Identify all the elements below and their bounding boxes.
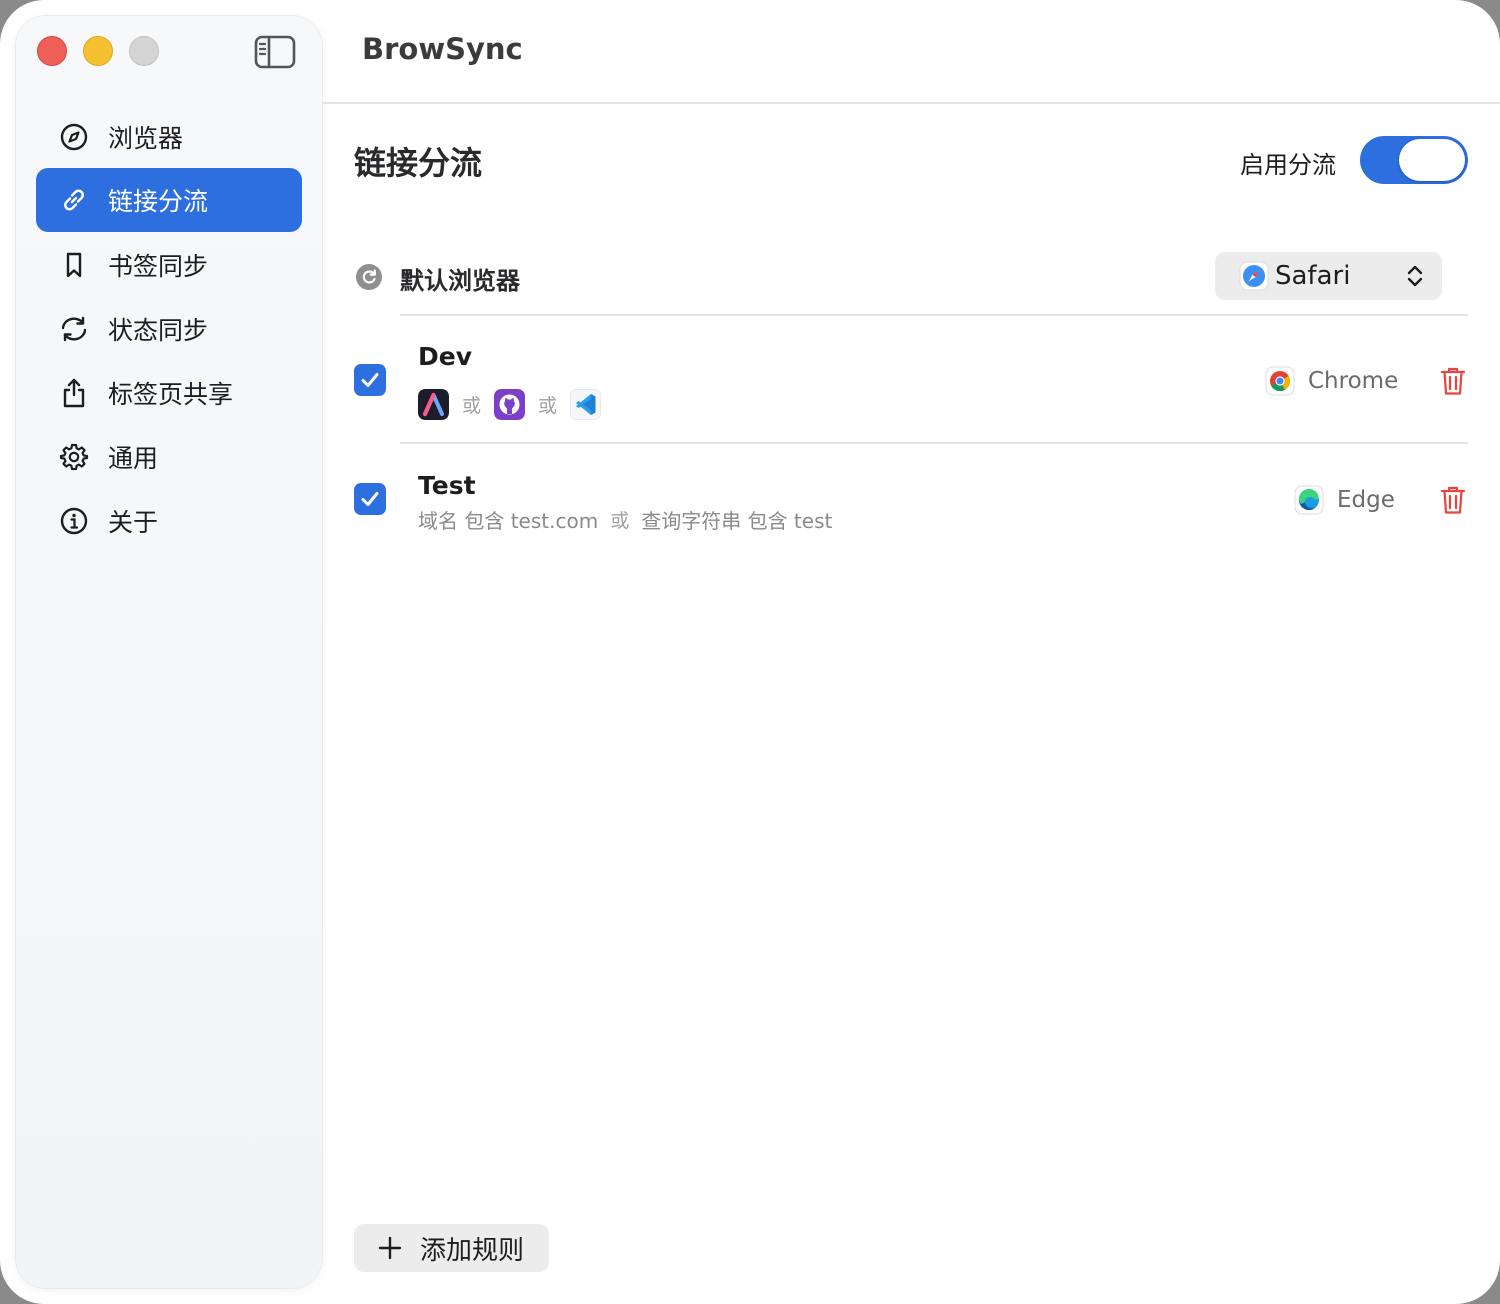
toggle-knob bbox=[1399, 139, 1465, 181]
target-browser-name: Chrome bbox=[1308, 368, 1399, 394]
sidebar-item-general[interactable]: 通用 bbox=[36, 425, 302, 489]
condition-domain: 域名 包含 test.com bbox=[418, 509, 599, 533]
link-icon bbox=[58, 184, 90, 216]
checkmark-icon bbox=[361, 373, 379, 387]
gear-icon bbox=[58, 441, 90, 473]
sidebar-item-label: 书签同步 bbox=[108, 252, 209, 281]
target-browser-name: Edge bbox=[1337, 487, 1395, 513]
app-window: 浏览器 链接分流 书签同步 状态同步 标签页共享 通用 关于 BrowSync … bbox=[0, 0, 1500, 1304]
rule-dev-checkbox[interactable] bbox=[354, 364, 386, 396]
delete-rule-dev-icon[interactable] bbox=[1440, 366, 1466, 396]
add-rule-button[interactable]: 添加规则 bbox=[354, 1224, 549, 1272]
rule-test-checkbox[interactable] bbox=[354, 483, 386, 515]
chevron-up-down-icon bbox=[1407, 265, 1423, 287]
minimize-window-button[interactable] bbox=[83, 36, 113, 66]
sidebar-item-state-sync[interactable]: 状态同步 bbox=[36, 297, 302, 361]
default-browser-select[interactable]: Safari bbox=[1215, 252, 1442, 300]
arc-app-icon bbox=[418, 389, 449, 420]
info-icon bbox=[58, 505, 90, 537]
github-app-icon bbox=[494, 389, 526, 420]
edge-icon bbox=[1294, 485, 1324, 515]
add-rule-label: 添加规则 bbox=[420, 1235, 525, 1266]
rule-target-browser: Edge bbox=[1294, 485, 1395, 515]
default-browser-label: 默认浏览器 bbox=[400, 267, 520, 295]
window-title: BrowSync bbox=[362, 32, 523, 66]
checkmark-icon bbox=[361, 492, 379, 506]
default-browser-icon bbox=[356, 264, 382, 290]
compass-icon bbox=[58, 121, 90, 153]
zoom-window-button[interactable] bbox=[129, 36, 159, 66]
sidebar-item-label: 标签页共享 bbox=[108, 380, 234, 409]
sidebar-item-label: 状态同步 bbox=[108, 316, 209, 345]
or-label: 或 bbox=[538, 395, 558, 417]
rule-conditions: 域名 包含 test.com 或 查询字符串 包含 test bbox=[418, 505, 832, 534]
sidebar-item-link-routing[interactable]: 链接分流 bbox=[36, 168, 302, 232]
rule-name: Dev bbox=[418, 342, 473, 371]
divider bbox=[400, 314, 1468, 316]
sidebar-item-browsers[interactable]: 浏览器 bbox=[36, 105, 302, 169]
rule-target-browser: Chrome bbox=[1265, 366, 1398, 396]
vscode-app-icon bbox=[570, 389, 602, 420]
share-icon bbox=[58, 377, 90, 409]
divider bbox=[322, 102, 1500, 104]
rule-name: Test bbox=[418, 471, 476, 500]
selected-browser: Safari bbox=[1275, 261, 1351, 291]
sidebar-item-bookmark-sync[interactable]: 书签同步 bbox=[36, 233, 302, 297]
enable-routing-label: 启用分流 bbox=[1240, 151, 1336, 179]
close-window-button[interactable] bbox=[37, 36, 67, 66]
sidebar-item-tab-sharing[interactable]: 标签页共享 bbox=[36, 361, 302, 425]
or-label: 或 bbox=[462, 395, 482, 417]
sidebar-item-label: 关于 bbox=[108, 508, 159, 537]
condition-query: 查询字符串 包含 test bbox=[641, 509, 833, 533]
chrome-icon bbox=[1265, 366, 1295, 396]
or-label: 或 bbox=[610, 510, 630, 532]
sync-icon bbox=[58, 313, 90, 345]
divider bbox=[400, 442, 1468, 444]
sidebar-toggle-icon[interactable] bbox=[254, 35, 296, 69]
safari-icon bbox=[1239, 261, 1269, 291]
sidebar-item-label: 浏览器 bbox=[108, 124, 184, 153]
sidebar-item-label: 链接分流 bbox=[108, 187, 209, 216]
delete-rule-test-icon[interactable] bbox=[1440, 485, 1466, 515]
sidebar-item-about[interactable]: 关于 bbox=[36, 489, 302, 553]
page-title: 链接分流 bbox=[354, 144, 483, 182]
plus-icon bbox=[378, 1236, 402, 1260]
sidebar-item-label: 通用 bbox=[108, 444, 159, 473]
rule-conditions: 或 或 bbox=[418, 389, 602, 420]
enable-routing-toggle[interactable] bbox=[1360, 136, 1468, 184]
bookmark-icon bbox=[58, 249, 90, 281]
